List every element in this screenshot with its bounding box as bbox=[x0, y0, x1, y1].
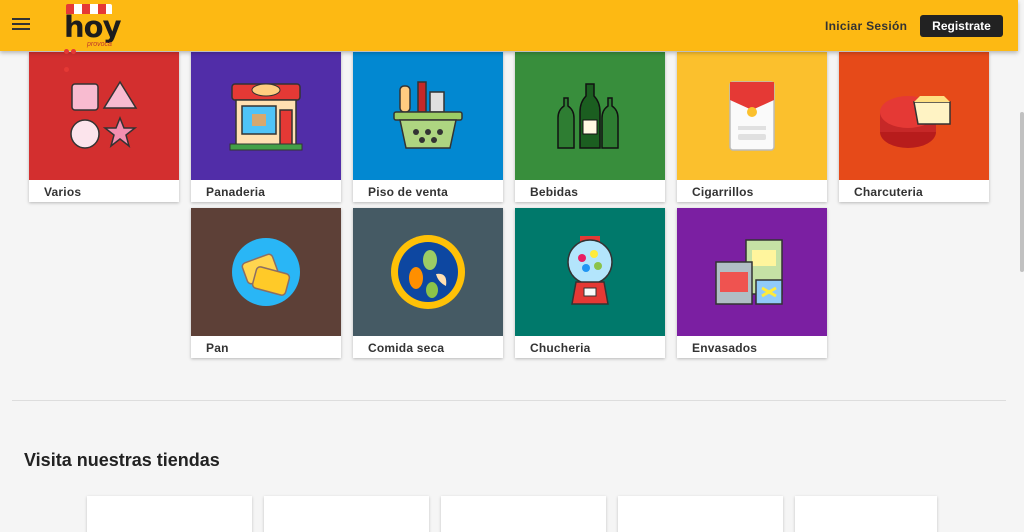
logo-subtext: provoca bbox=[87, 41, 112, 48]
scrollbar[interactable] bbox=[1018, 0, 1024, 532]
shapes-icon bbox=[29, 52, 179, 180]
category-card-chucheria[interactable]: Chucheria bbox=[515, 208, 665, 358]
store-card[interactable] bbox=[264, 496, 429, 532]
category-card-envasados[interactable]: Envasados bbox=[677, 208, 827, 358]
store-card[interactable] bbox=[795, 496, 937, 532]
category-card-bebidas[interactable]: Bebidas bbox=[515, 52, 665, 202]
hamburger-menu-icon[interactable] bbox=[12, 16, 30, 34]
bottles-icon bbox=[515, 52, 665, 180]
category-card-cigarrillos[interactable]: Cigarrillos bbox=[677, 52, 827, 202]
category-label: Cigarrillos bbox=[692, 185, 754, 199]
store-card[interactable] bbox=[87, 496, 252, 532]
brand-logo[interactable]: hoy provoca bbox=[60, 4, 122, 72]
category-label: Bebidas bbox=[530, 185, 579, 199]
category-card-comida-seca[interactable]: Comida seca bbox=[353, 208, 503, 358]
grocery-basket-icon bbox=[353, 52, 503, 180]
packaged-food-icon bbox=[677, 208, 827, 336]
category-card-panaderia[interactable]: Panaderia bbox=[191, 52, 341, 202]
top-app-bar: hoy provoca Iniciar Sesión Registrate bbox=[0, 0, 1018, 72]
category-label: Comida seca bbox=[368, 341, 445, 355]
cigarette-pack-icon bbox=[677, 52, 827, 180]
category-label: Pan bbox=[206, 341, 229, 355]
scrollbar-thumb[interactable] bbox=[1020, 112, 1024, 272]
category-label: Panaderia bbox=[206, 185, 266, 199]
category-card-pan[interactable]: Pan bbox=[191, 208, 341, 358]
section-divider bbox=[12, 400, 1006, 401]
category-label: Varios bbox=[44, 185, 82, 199]
category-label: Envasados bbox=[692, 341, 758, 355]
category-label: Charcuteria bbox=[854, 185, 923, 199]
category-card-charcuteria[interactable]: Charcuteria bbox=[839, 52, 989, 202]
cheese-icon bbox=[839, 52, 989, 180]
gumball-machine-icon bbox=[515, 208, 665, 336]
category-label: Chucheria bbox=[530, 341, 591, 355]
stores-section-title: Visita nuestras tiendas bbox=[24, 450, 220, 470]
bread-slices-icon bbox=[191, 208, 341, 336]
store-card[interactable] bbox=[618, 496, 783, 532]
category-card-varios[interactable]: Varios bbox=[29, 52, 179, 202]
login-button[interactable]: Iniciar Sesión bbox=[818, 14, 914, 38]
category-card-piso-de-venta[interactable]: Piso de venta bbox=[353, 52, 503, 202]
bakery-shop-icon bbox=[191, 52, 341, 180]
register-button[interactable]: Registrate bbox=[920, 15, 1003, 37]
dry-food-plate-icon bbox=[353, 208, 503, 336]
logo-text: hoy bbox=[64, 10, 121, 44]
store-card[interactable] bbox=[441, 496, 606, 532]
category-label: Piso de venta bbox=[368, 185, 448, 199]
